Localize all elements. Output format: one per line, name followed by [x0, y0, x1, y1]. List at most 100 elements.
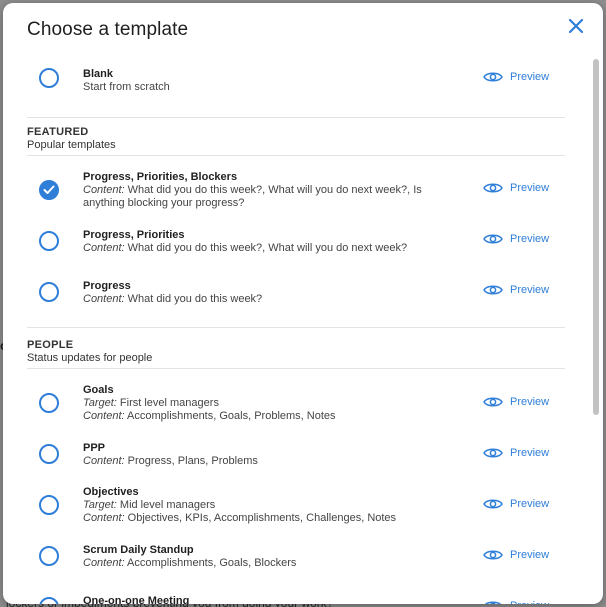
content-value: Progress, Plans, Problems [127, 455, 258, 467]
template-item-blank[interactable]: Blank Start from scratch Preview [27, 55, 565, 115]
preview-button[interactable]: Preview [483, 284, 549, 296]
close-button[interactable] [567, 17, 585, 35]
eye-icon [483, 397, 503, 407]
eye-icon [484, 601, 502, 604]
preview-label: Preview [510, 233, 550, 245]
target-value: Mid level managers [119, 499, 216, 511]
template-item-goals[interactable]: Goals Target: First level managers Conte… [27, 380, 565, 428]
template-content: Content: Accomplishments, Goals, Problem… [83, 410, 463, 423]
template-item-progress-priorities[interactable]: Progress, Priorities Content: What did y… [27, 225, 565, 265]
divider [27, 155, 565, 156]
eye-icon [483, 183, 503, 193]
preview-label: Preview [510, 600, 549, 604]
template-item-one-on-one-meeting[interactable]: One-on-one Meeting Preview [27, 591, 565, 604]
template-content: Content: What did you do this week?, Wha… [83, 184, 463, 197]
content-label: Content: [83, 293, 125, 305]
template-text: Blank Start from scratch [83, 68, 463, 94]
radio-button[interactable] [39, 231, 59, 251]
content-label: Content: [83, 184, 125, 196]
divider [27, 117, 565, 118]
eye-icon [483, 72, 503, 82]
template-name: Progress [83, 280, 131, 292]
radio-button[interactable] [39, 495, 59, 515]
eye-icon [483, 550, 503, 560]
content-label: Content: [83, 557, 125, 569]
preview-label: Preview [510, 447, 550, 459]
eye-icon [483, 448, 503, 458]
template-target: Target: Mid level managers [83, 499, 463, 512]
radio-button[interactable] [39, 282, 59, 302]
content-value: Accomplishments, Goals, Blockers [127, 557, 297, 569]
content-label: Content: [83, 242, 125, 254]
template-content: Content: Accomplishments, Goals, Blocker… [83, 557, 463, 570]
preview-button[interactable]: Preview [483, 396, 549, 408]
template-list[interactable]: Blank Start from scratch Preview FEATURE… [3, 55, 603, 604]
section-subtitle-featured: Popular templates [27, 139, 116, 151]
checkmark-icon [43, 185, 55, 194]
preview-button[interactable]: Preview [483, 447, 549, 459]
section-title-people: PEOPLE [27, 339, 74, 351]
section-subtitle-people: Status updates for people [27, 352, 153, 364]
target-label: Target: [83, 397, 117, 409]
target-value: First level managers [119, 397, 219, 409]
preview-button[interactable]: Preview [483, 498, 549, 510]
divider [27, 368, 565, 369]
preview-button[interactable]: Preview [483, 71, 549, 83]
template-name: Objectives [83, 486, 139, 498]
content-value: Objectives, KPIs, Accomplishments, Chall… [127, 512, 397, 524]
close-icon [568, 18, 584, 34]
content-label: Content: [83, 455, 125, 467]
radio-button[interactable] [39, 546, 59, 566]
template-item-progress[interactable]: Progress Content: What did you do this w… [27, 276, 565, 316]
preview-button[interactable]: Preview [483, 549, 549, 561]
template-name: Scrum Daily Standup [83, 544, 194, 556]
radio-button[interactable] [39, 444, 59, 464]
preview-label: Preview [510, 396, 550, 408]
template-target: Target: First level managers [83, 397, 463, 410]
preview-button[interactable]: Preview [483, 182, 549, 194]
scrollbar-thumb[interactable] [593, 59, 599, 415]
radio-button-checked[interactable] [39, 180, 59, 200]
content-label: Content: [83, 512, 125, 524]
template-text: One-on-one Meeting [83, 595, 463, 604]
radio-button[interactable] [39, 393, 59, 413]
preview-label: Preview [510, 182, 550, 194]
template-text: Progress, Priorities, Blockers Content: … [83, 171, 463, 210]
preview-button[interactable]: Preview [483, 600, 549, 604]
preview-label: Preview [510, 549, 550, 561]
template-name: Progress, Priorities [83, 229, 185, 241]
preview-label: Preview [510, 498, 550, 510]
template-text: Progress, Priorities Content: What did y… [83, 229, 463, 255]
template-item-ppp[interactable]: PPP Content: Progress, Plans, Problems P… [27, 438, 565, 478]
content-label: Content: [83, 410, 125, 422]
template-content: Content: What did you do this week? [83, 293, 463, 306]
dialog-header: Choose a template [3, 3, 603, 55]
content-value: What did you do this week?, What will yo… [127, 242, 408, 254]
template-dialog: Choose a template Blank Start from scrat… [3, 3, 603, 604]
template-text: Scrum Daily Standup Content: Accomplishm… [83, 544, 463, 570]
template-text: Goals Target: First level managers Conte… [83, 384, 463, 423]
radio-button[interactable] [39, 68, 59, 88]
template-name: PPP [83, 442, 106, 454]
template-content: Content: What did you do this week?, Wha… [83, 242, 463, 255]
template-name: One-on-one Meeting [83, 595, 190, 604]
content-value: What did you do this week? [127, 293, 263, 305]
eye-icon [483, 234, 503, 244]
template-content: Content: Objectives, KPIs, Accomplishmen… [83, 512, 463, 525]
radio-button[interactable] [39, 597, 59, 604]
template-text: Objectives Target: Mid level managers Co… [83, 486, 463, 525]
template-name: Progress, Priorities, Blockers [83, 171, 238, 183]
content-value: What did you do this week?, What will yo… [127, 184, 422, 196]
eye-icon [483, 499, 503, 509]
preview-button[interactable]: Preview [483, 233, 549, 245]
template-name: Blank [83, 68, 113, 80]
template-item-objectives[interactable]: Objectives Target: Mid level managers Co… [27, 482, 565, 530]
template-text: PPP Content: Progress, Plans, Problems [83, 442, 463, 468]
content-value: Accomplishments, Goals, Problems, Notes [127, 410, 336, 422]
divider [27, 327, 565, 328]
template-item-scrum-daily-standup[interactable]: Scrum Daily Standup Content: Accomplishm… [27, 540, 565, 580]
template-name: Goals [83, 384, 114, 396]
preview-label: Preview [510, 284, 550, 296]
template-item-progress-priorities-blockers[interactable]: Progress, Priorities, Blockers Content: … [27, 165, 565, 215]
template-description: Start from scratch [83, 81, 170, 93]
